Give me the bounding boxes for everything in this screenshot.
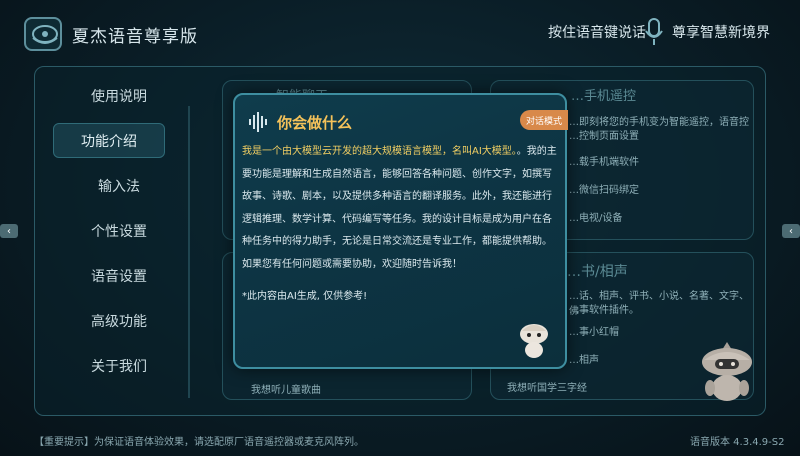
microphone-icon [645, 18, 663, 45]
scroll-left-arrow[interactable]: ‹ [0, 224, 18, 238]
dialog-body: 我是一个由大模型云开发的超大规模语言模型，名叫AI大模型。。我的主要功能是理解和… [242, 141, 558, 276]
menu-divider [188, 106, 190, 398]
card-story-example-3: 我想听国学三字经 [507, 383, 587, 394]
dialog-intro-text: 。我的主要功能是理解和生成自然语言，能够回答各种问题、创作文字，如撰写故事、诗歌… [242, 146, 557, 270]
dialog-intro-highlight: 我是一个由大模型云开发的超大规模语言模型，名叫AI大模型。 [242, 146, 517, 157]
card-phone-step-3: …电视/设备 [569, 213, 623, 224]
card-phone-step-2: …微信扫码绑定 [569, 185, 639, 196]
card-story-example-1: …事小红帽 [569, 327, 619, 338]
sound-wave-icon [249, 112, 267, 132]
robot-mascot-icon [702, 342, 752, 401]
top-bar: 夏杰语音尊享版 按住语音键说话 尊享智慧新境界 [0, 0, 800, 64]
card-phone-title: …手机遥控 [571, 89, 637, 104]
card-phone-step-1: …载手机端软件 [569, 157, 639, 168]
version-label: 语音版本 4.3.4.9-S2 [690, 437, 785, 448]
menu-item-advanced[interactable]: 高级功能 [50, 303, 188, 338]
mascot-icon [520, 324, 548, 358]
footer-tip: 【重要提示】为保证语音体验效果，请选配原厂语音遥控器或麦克风阵列。 [34, 437, 364, 448]
scroll-right-arrow[interactable]: ‹ [782, 224, 800, 238]
card-story-title: …书/相声 [567, 264, 628, 280]
menu-item-input-method[interactable]: 输入法 [50, 168, 188, 203]
dialog-title: 你会做什么 [277, 114, 353, 132]
card-phone-desc-2: …控制页面设置 [569, 131, 639, 142]
menu-item-about[interactable]: 关于我们 [50, 348, 188, 383]
menu-item-voice-settings[interactable]: 语音设置 [50, 258, 188, 293]
menu-item-features[interactable]: 功能介绍 [53, 123, 165, 158]
card-story-example-2: …相声 [569, 355, 599, 366]
dialog-mode-badge[interactable]: 对话模式 [520, 110, 568, 130]
app-title: 夏杰语音尊享版 [72, 27, 198, 47]
sidebar-menu: 使用说明 功能介绍 输入法 个性设置 语音设置 高级功能 关于我们 [50, 78, 188, 393]
card-phone-desc-1: …即刻将您的手机变为智能遥控，语音控 [569, 117, 749, 128]
card-story-desc-2: …事软件插件。 [569, 305, 639, 316]
card-music-example: 我想听儿童歌曲 [251, 385, 321, 396]
menu-item-usage[interactable]: 使用说明 [50, 78, 188, 113]
slogan: 尊享智慧新境界 [672, 25, 770, 41]
dialog-disclaimer: *此内容由AI生成, 仅供参考! [242, 291, 368, 302]
app-logo [24, 17, 62, 51]
voice-hint: 按住语音键说话 [548, 25, 646, 41]
menu-item-personal-settings[interactable]: 个性设置 [50, 213, 188, 248]
logo-icon [32, 25, 58, 44]
ai-dialog: 你会做什么 对话模式 我是一个由大模型云开发的超大规模语言模型，名叫AI大模型。… [233, 93, 568, 369]
